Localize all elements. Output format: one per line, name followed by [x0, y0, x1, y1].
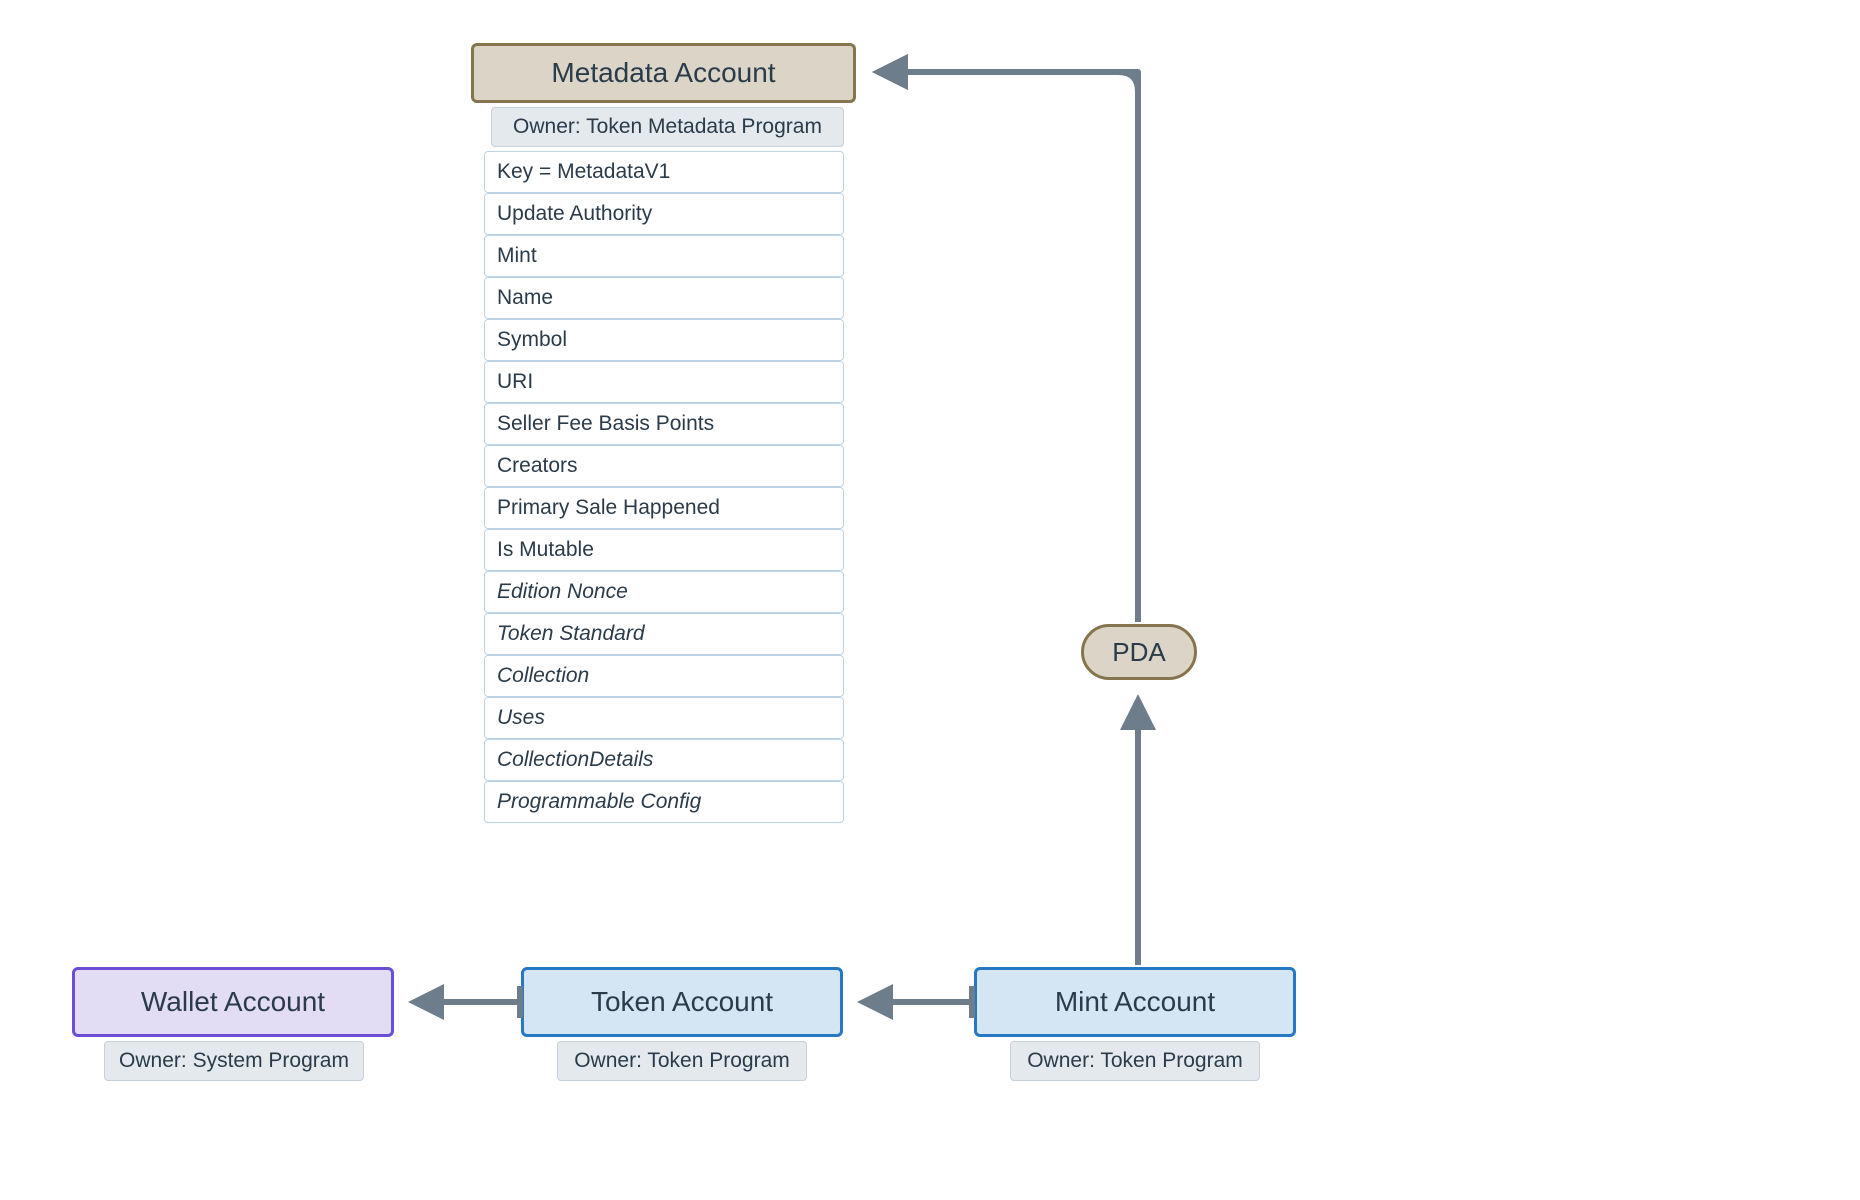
- metadata-field-row: Update Authority: [484, 193, 844, 235]
- mint-owner-label: Owner: Token Program: [1010, 1041, 1260, 1081]
- metadata-field-row: Uses: [484, 697, 844, 739]
- metadata-field-row: Programmable Config: [484, 781, 844, 823]
- mint-account-box: Mint Account: [974, 967, 1296, 1037]
- metadata-field-row: Is Mutable: [484, 529, 844, 571]
- metadata-field-row: Mint: [484, 235, 844, 277]
- metadata-field-row: Edition Nonce: [484, 571, 844, 613]
- pda-node: PDA: [1081, 624, 1197, 680]
- metadata-field-row: Seller Fee Basis Points: [484, 403, 844, 445]
- metadata-field-row: Symbol: [484, 319, 844, 361]
- wallet-owner-label: Owner: System Program: [104, 1041, 364, 1081]
- metadata-account-box: Metadata Account: [471, 43, 856, 103]
- metadata-field-row: Token Standard: [484, 613, 844, 655]
- metadata-field-row: Creators: [484, 445, 844, 487]
- metadata-owner-label: Owner: Token Metadata Program: [491, 107, 844, 147]
- metadata-field-row: URI: [484, 361, 844, 403]
- wallet-account-box: Wallet Account: [72, 967, 394, 1037]
- token-owner-label: Owner: Token Program: [557, 1041, 807, 1081]
- metadata-field-row: Key = MetadataV1: [484, 151, 844, 193]
- metadata-field-row: CollectionDetails: [484, 739, 844, 781]
- metadata-field-row: Collection: [484, 655, 844, 697]
- metadata-field-row: Name: [484, 277, 844, 319]
- token-account-box: Token Account: [521, 967, 843, 1037]
- diagram-canvas: Metadata Account Owner: Token Metadata P…: [0, 0, 1860, 1200]
- metadata-field-row: Primary Sale Happened: [484, 487, 844, 529]
- metadata-fields-list: Key = MetadataV1Update AuthorityMintName…: [484, 151, 844, 823]
